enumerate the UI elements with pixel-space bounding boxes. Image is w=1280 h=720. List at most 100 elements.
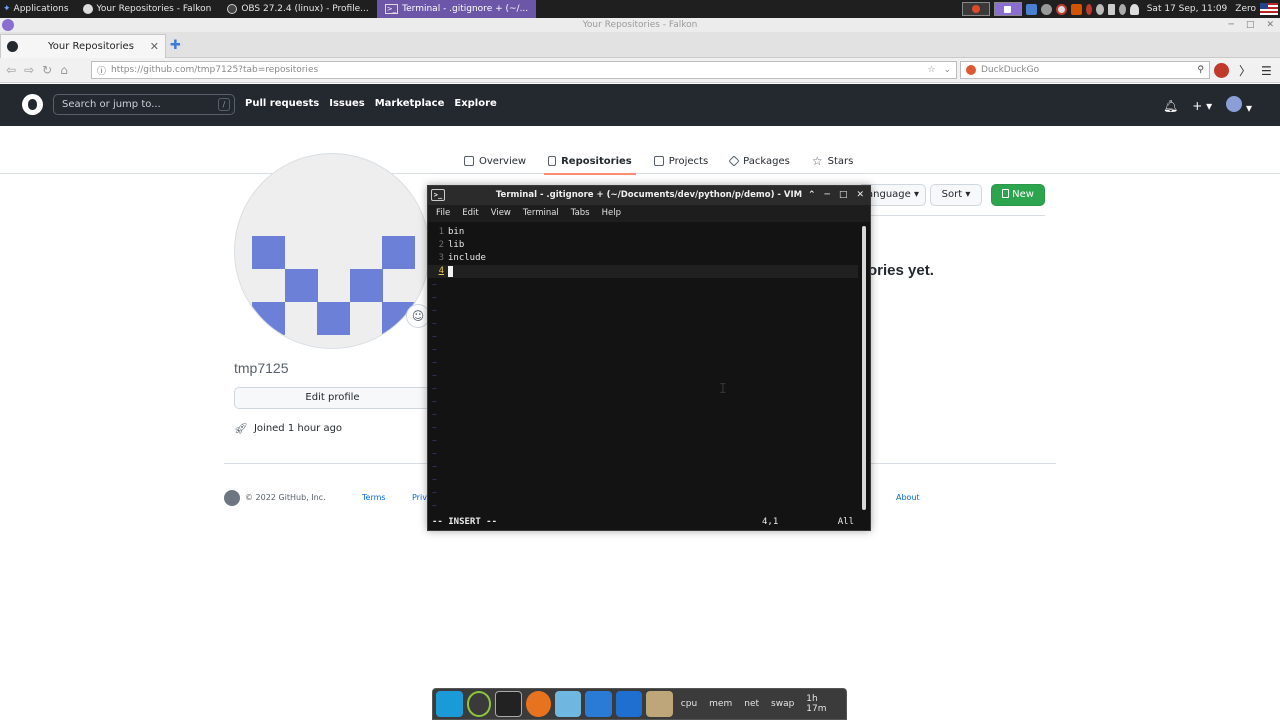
tab-your-repositories[interactable]: Your Repositories ✕ bbox=[0, 34, 166, 58]
vim-buffer[interactable]: 1 bin 2 lib 3 include 4 ~ ~ ~ ~ ~ ~ ~ ~ ~ ~ ~ ~ ~ ~ ~ ~ ~ ~ … bbox=[428, 222, 870, 530]
bell-icon[interactable]: 🔔︎ bbox=[1163, 99, 1178, 113]
line-text: include bbox=[448, 253, 486, 263]
profile-avatar[interactable] bbox=[234, 153, 430, 349]
bluetooth-icon[interactable] bbox=[1118, 3, 1126, 15]
swap-monitor[interactable]: swap bbox=[767, 699, 798, 709]
firefox-icon[interactable] bbox=[526, 691, 551, 717]
close-icon[interactable]: ✕ bbox=[1266, 18, 1274, 32]
volume-icon[interactable] bbox=[1095, 3, 1104, 15]
navigation-bar: ⇦ ⇨ ↻ ⌂ ⓘ https://github.com/tmp7125?tab… bbox=[0, 58, 1280, 83]
bookmark-star-icon[interactable]: ☆ bbox=[927, 65, 935, 75]
new-label: New bbox=[1012, 189, 1034, 200]
vscode-icon[interactable] bbox=[585, 691, 612, 717]
net-monitor[interactable]: net bbox=[740, 699, 763, 709]
nav-marketplace[interactable]: Marketplace bbox=[375, 98, 445, 109]
maximize-icon[interactable]: □ bbox=[1246, 18, 1255, 32]
user-menu[interactable]: ▾ bbox=[1226, 96, 1252, 115]
reload-icon[interactable]: ↻ bbox=[42, 63, 52, 77]
workspace-2[interactable] bbox=[993, 2, 1022, 16]
clock[interactable]: Sat 17 Sep, 11:09 bbox=[1143, 4, 1232, 14]
github-footer-logo-icon[interactable] bbox=[224, 490, 240, 506]
github-search-input[interactable]: Search or jump to... / bbox=[53, 94, 235, 115]
new-tab-icon[interactable]: ✚ bbox=[170, 38, 181, 53]
nav-explore[interactable]: Explore bbox=[454, 98, 496, 109]
desktop-icon[interactable] bbox=[436, 691, 463, 717]
applications-menu[interactable]: ✦ Applications bbox=[0, 0, 75, 18]
home-icon[interactable]: ⌂ bbox=[60, 63, 68, 77]
back-icon[interactable]: ⇦ bbox=[6, 63, 16, 77]
battery-icon[interactable] bbox=[1107, 3, 1115, 15]
footer-about-link[interactable]: About bbox=[896, 493, 920, 502]
footer-terms-link[interactable]: Terms bbox=[362, 493, 386, 502]
vim-empty-line-marker: ~ bbox=[432, 306, 437, 315]
menu-icon[interactable]: ☰ bbox=[1261, 64, 1272, 78]
magnifier-app-icon[interactable] bbox=[554, 691, 582, 717]
forward-icon[interactable]: ⇨ bbox=[24, 63, 34, 77]
terminal-maximize-icon[interactable]: □ bbox=[839, 186, 848, 205]
tab-packages[interactable]: Packages bbox=[728, 150, 790, 172]
tab-repositories[interactable]: Repositories bbox=[544, 150, 636, 175]
tab-stars[interactable]: ☆ Stars bbox=[812, 150, 853, 172]
scroll-indicator: All bbox=[837, 517, 854, 527]
joplin-icon[interactable] bbox=[615, 691, 643, 717]
terminal-shade-icon[interactable]: ⌃ bbox=[808, 186, 816, 205]
file-manager-icon[interactable] bbox=[646, 691, 673, 717]
menu-tabs[interactable]: Tabs bbox=[571, 205, 590, 222]
mem-monitor[interactable]: mem bbox=[705, 699, 736, 709]
adblock-icon[interactable] bbox=[1214, 63, 1229, 78]
create-new-icon[interactable]: + ▾ bbox=[1192, 99, 1212, 113]
network-icon[interactable] bbox=[1040, 3, 1052, 15]
web-search-box[interactable]: DuckDuckGo ⚲ bbox=[960, 61, 1210, 79]
tab-overview[interactable]: Overview bbox=[464, 150, 526, 172]
app-launcher-icon[interactable] bbox=[466, 691, 492, 717]
new-repository-button[interactable]: New bbox=[991, 184, 1045, 206]
terminal-titlebar[interactable]: >_ Terminal - .gitignore + (~/Documents/… bbox=[428, 186, 870, 205]
workspace-1[interactable] bbox=[961, 2, 990, 16]
nav-pull-requests[interactable]: Pull requests bbox=[245, 98, 319, 109]
tab-label: Stars bbox=[827, 155, 854, 167]
footer-privacy-link[interactable]: Priv bbox=[412, 493, 427, 502]
vim-empty-line-marker: ~ bbox=[432, 319, 437, 328]
obs-tray-icon[interactable] bbox=[1055, 3, 1067, 15]
terminal-window[interactable]: >_ Terminal - .gitignore + (~/Documents/… bbox=[427, 185, 871, 531]
minimize-icon[interactable]: ─ bbox=[1229, 18, 1234, 32]
menu-edit[interactable]: Edit bbox=[462, 205, 478, 222]
package-icon bbox=[728, 155, 740, 167]
address-bar[interactable]: ⓘ https://github.com/tmp7125?tab=reposit… bbox=[91, 61, 957, 79]
package-tray-icon[interactable] bbox=[1070, 3, 1082, 15]
edit-profile-button[interactable]: Edit profile bbox=[234, 387, 431, 409]
repo-icon bbox=[1002, 189, 1010, 198]
uptime[interactable]: 1h 17m bbox=[802, 694, 843, 714]
display-icon[interactable] bbox=[1025, 3, 1037, 15]
menu-file[interactable]: File bbox=[436, 205, 450, 222]
terminal-close-icon[interactable]: ✕ bbox=[856, 186, 864, 205]
nav-issues[interactable]: Issues bbox=[329, 98, 364, 109]
vim-empty-line-marker: ~ bbox=[432, 436, 437, 445]
menu-help[interactable]: Help bbox=[602, 205, 621, 222]
terminal-dock-icon[interactable] bbox=[495, 691, 523, 717]
tab-projects[interactable]: Projects bbox=[653, 150, 708, 172]
site-info-icon[interactable]: ⓘ bbox=[97, 64, 106, 77]
microphone-icon[interactable] bbox=[1085, 3, 1092, 15]
close-tab-icon[interactable]: ✕ bbox=[150, 40, 159, 53]
user-name[interactable]: Zero bbox=[1235, 4, 1256, 14]
tab-title: Your Repositories bbox=[48, 41, 134, 52]
avatar-small bbox=[1226, 96, 1243, 112]
line-text: bin bbox=[448, 227, 465, 237]
github-logo-icon[interactable] bbox=[22, 94, 43, 115]
vim-empty-line-marker: ~ bbox=[432, 358, 437, 367]
terminal-minimize-icon[interactable]: ─ bbox=[825, 186, 830, 205]
menu-view[interactable]: View bbox=[491, 205, 511, 222]
menu-terminal[interactable]: Terminal bbox=[523, 205, 559, 222]
more-tools-icon[interactable]: 〉 bbox=[1239, 62, 1251, 79]
sort-button[interactable]: Sort ▾ bbox=[930, 184, 982, 206]
taskbar-item-falkon[interactable]: Your Repositories - Falkon bbox=[75, 0, 220, 18]
terminal-scrollbar[interactable] bbox=[862, 226, 866, 510]
taskbar-item-obs[interactable]: OBS 27.2.4 (linux) - Profile... bbox=[219, 0, 376, 18]
keyboard-layout-flag-icon[interactable] bbox=[1260, 3, 1278, 15]
notifications-icon[interactable] bbox=[1129, 3, 1139, 15]
url-dropdown-icon[interactable]: ⌄ bbox=[943, 65, 951, 75]
cpu-monitor[interactable]: cpu bbox=[677, 699, 701, 709]
taskbar-item-terminal[interactable]: >_ Terminal - .gitignore + (~/... bbox=[376, 0, 537, 18]
search-icon[interactable]: ⚲ bbox=[1197, 65, 1204, 75]
